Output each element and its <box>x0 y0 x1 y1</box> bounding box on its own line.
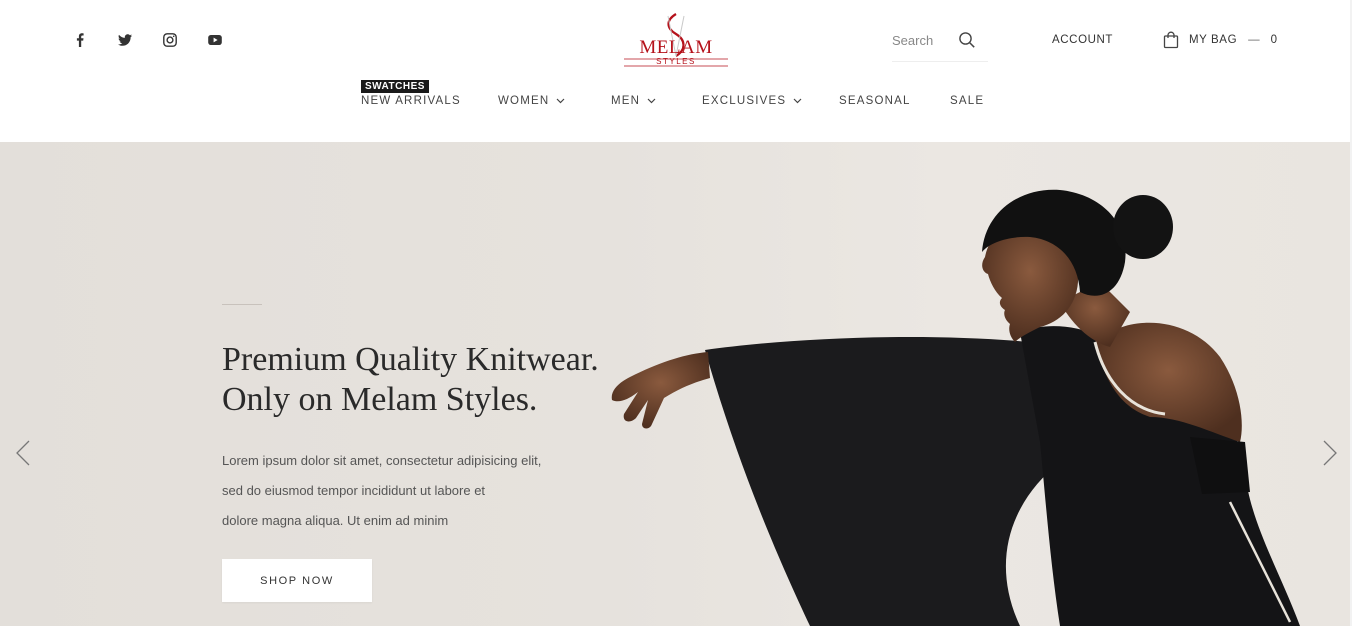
main-nav: NEW ARRIVALS WOMEN MEN EXCLUSIVES SEASON… <box>0 95 1352 111</box>
nav-item-new-arrivals[interactable]: NEW ARRIVALS <box>361 95 461 107</box>
chevron-down-icon <box>793 98 802 104</box>
twitter-icon[interactable] <box>115 31 160 49</box>
search-input[interactable] <box>892 28 954 48</box>
chevron-down-icon <box>556 98 565 104</box>
hero-divider <box>222 304 262 305</box>
shop-now-button[interactable]: SHOP NOW <box>222 559 372 602</box>
my-bag-link[interactable]: MY BAG — 0 <box>1163 31 1277 49</box>
hero-title-line: Premium Quality Knitwear. <box>222 341 599 378</box>
facebook-icon[interactable] <box>70 31 115 49</box>
logo-tagline: STYLES <box>656 57 696 66</box>
account-link[interactable]: ACCOUNT <box>1052 34 1113 46</box>
nav-item-men[interactable]: MEN <box>611 95 656 107</box>
nav-label: EXCLUSIVES <box>702 95 787 107</box>
hero-text-line: dolore magna aliqua. Ut enim ad minim <box>222 513 449 528</box>
hero-title: Premium Quality Knitwear. Only on Melam … <box>222 340 599 420</box>
chevron-down-icon <box>647 98 656 104</box>
social-links <box>70 31 250 49</box>
nav-item-seasonal[interactable]: SEASONAL <box>839 95 911 107</box>
bag-separator: — <box>1248 34 1260 46</box>
chevron-left-icon[interactable] <box>15 439 31 467</box>
youtube-icon[interactable] <box>205 31 250 49</box>
nav-label: NEW ARRIVALS <box>361 95 461 107</box>
hero-slider: Premium Quality Knitwear. Only on Melam … <box>0 142 1350 626</box>
logo-name: MELAM <box>639 37 712 58</box>
search-bar <box>892 28 988 62</box>
hero-text-line: Lorem ipsum dolor sit amet, consectetur … <box>222 453 542 468</box>
nav-label: WOMEN <box>498 95 550 107</box>
nav-label: SALE <box>950 95 985 107</box>
shopping-bag-icon <box>1163 31 1179 49</box>
nav-item-sale[interactable]: SALE <box>950 95 984 107</box>
hero-model-image <box>611 189 1300 626</box>
bag-count: 0 <box>1270 34 1278 46</box>
hero-text-line: sed do eiusmod tempor incididunt ut labo… <box>222 483 486 498</box>
site-header: MELAM STYLES ACCOUNT MY BAG — 0 SWATCHES… <box>0 0 1352 142</box>
nav-item-women[interactable]: WOMEN <box>498 95 565 107</box>
bag-label: MY BAG <box>1189 34 1238 46</box>
chevron-right-icon[interactable] <box>1322 439 1338 467</box>
nav-label: SEASONAL <box>839 95 911 107</box>
nav-item-exclusives[interactable]: EXCLUSIVES <box>702 95 802 107</box>
brand-logo[interactable]: MELAM STYLES <box>620 12 732 70</box>
swatches-badge: SWATCHES <box>361 80 429 93</box>
nav-label: MEN <box>611 95 641 107</box>
hero-description: Lorem ipsum dolor sit amet, consectetur … <box>222 446 541 536</box>
instagram-icon[interactable] <box>160 31 205 49</box>
search-icon[interactable] <box>958 31 976 49</box>
hero-title-line: Only on Melam Styles. <box>222 381 538 418</box>
